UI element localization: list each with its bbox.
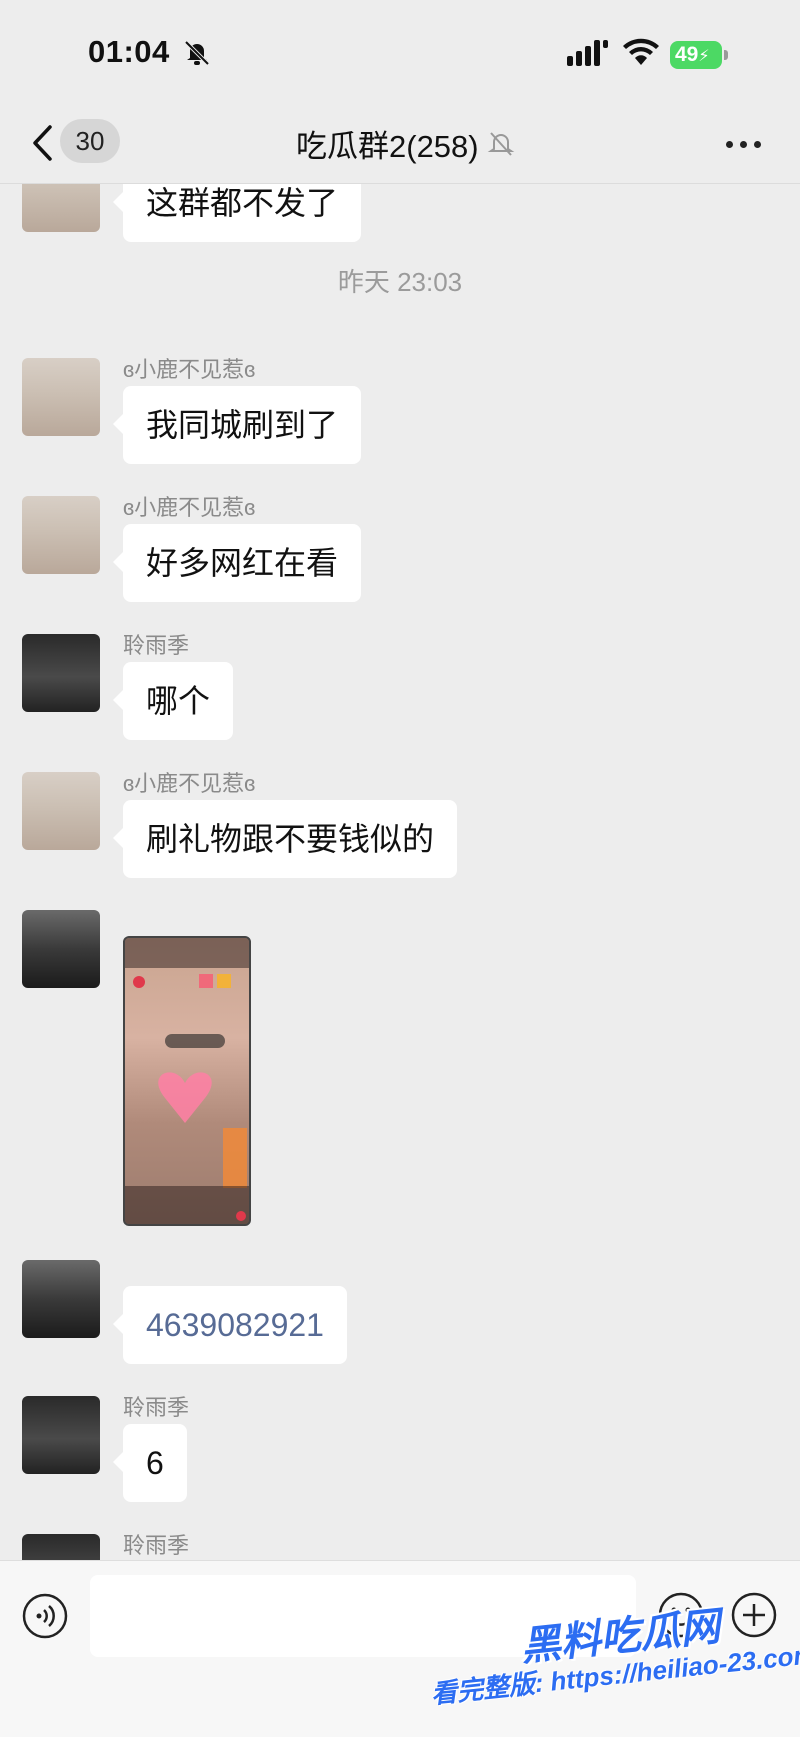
message-bubble[interactable]: 这群都不发了 <box>112 184 362 242</box>
message-bubble[interactable]: 刷礼物跟不要钱似的 <box>112 800 458 878</box>
battery-level: 49 <box>675 43 699 66</box>
battery-indicator: 49⚡ <box>670 41 728 69</box>
more-options-button[interactable] <box>726 141 761 148</box>
voice-input-icon[interactable] <box>22 1593 68 1639</box>
bell-off-icon <box>184 40 210 66</box>
message-list[interactable]: 这群都不发了 昨天 23:03 ɞ小鹿不见惹ɞ 我同城刷到了 ɞ小鹿不见惹ɞ 好… <box>0 184 800 1560</box>
cellular-signal-icon <box>567 40 608 66</box>
message-bubble[interactable]: 4639082921 <box>113 1286 347 1364</box>
group-name: 吃瓜群2(258) <box>296 129 479 164</box>
message-timestamp: 昨天 23:03 <box>337 267 463 297</box>
chat-header: 30 吃瓜群2(258) <box>0 105 800 184</box>
message-bubble[interactable]: 我同城刷到了 <box>112 386 362 464</box>
message-bubble[interactable]: 6 <box>113 1424 187 1502</box>
watermark: 黑料吃瓜网 看完整版: https://heiliao-23.com <box>430 1604 800 1736</box>
avatar[interactable] <box>22 358 100 436</box>
message-bubble[interactable]: 好多网红在看 <box>112 524 362 602</box>
avatar[interactable] <box>22 634 100 712</box>
avatar[interactable] <box>22 772 100 850</box>
avatar[interactable] <box>22 1396 100 1474</box>
avatar[interactable] <box>22 496 100 574</box>
dot-icon <box>726 141 733 148</box>
dot-icon <box>740 141 747 148</box>
sender-name: ɞ小鹿不见惹ɞ <box>123 771 256 796</box>
avatar[interactable] <box>22 1534 100 1560</box>
message-bubble[interactable]: 哪个 <box>112 662 234 740</box>
image-thumbnail <box>125 938 249 1224</box>
sender-name: ɞ小鹿不见惹ɞ <box>123 357 256 382</box>
unread-count-badge[interactable]: 30 <box>60 119 120 163</box>
chat-title[interactable]: 吃瓜群2(258) <box>296 121 515 166</box>
sender-name: ɞ小鹿不见惹ɞ <box>123 495 256 520</box>
image-message[interactable] <box>123 936 251 1226</box>
avatar[interactable] <box>22 184 100 232</box>
sender-name: 聆雨季 <box>123 1395 190 1420</box>
status-bar: 01:04 49⚡ <box>0 0 800 105</box>
mute-bell-icon <box>487 131 514 156</box>
avatar[interactable] <box>22 1260 100 1338</box>
sender-name: 聆雨季 <box>123 633 190 658</box>
back-arrow-icon[interactable] <box>30 123 54 163</box>
charging-icon: ⚡ <box>698 48 710 65</box>
avatar[interactable] <box>22 910 100 988</box>
dot-icon <box>754 141 761 148</box>
wifi-icon <box>623 38 659 65</box>
sender-name: 聆雨季 <box>123 1533 190 1558</box>
status-time: 01:04 <box>88 34 170 69</box>
